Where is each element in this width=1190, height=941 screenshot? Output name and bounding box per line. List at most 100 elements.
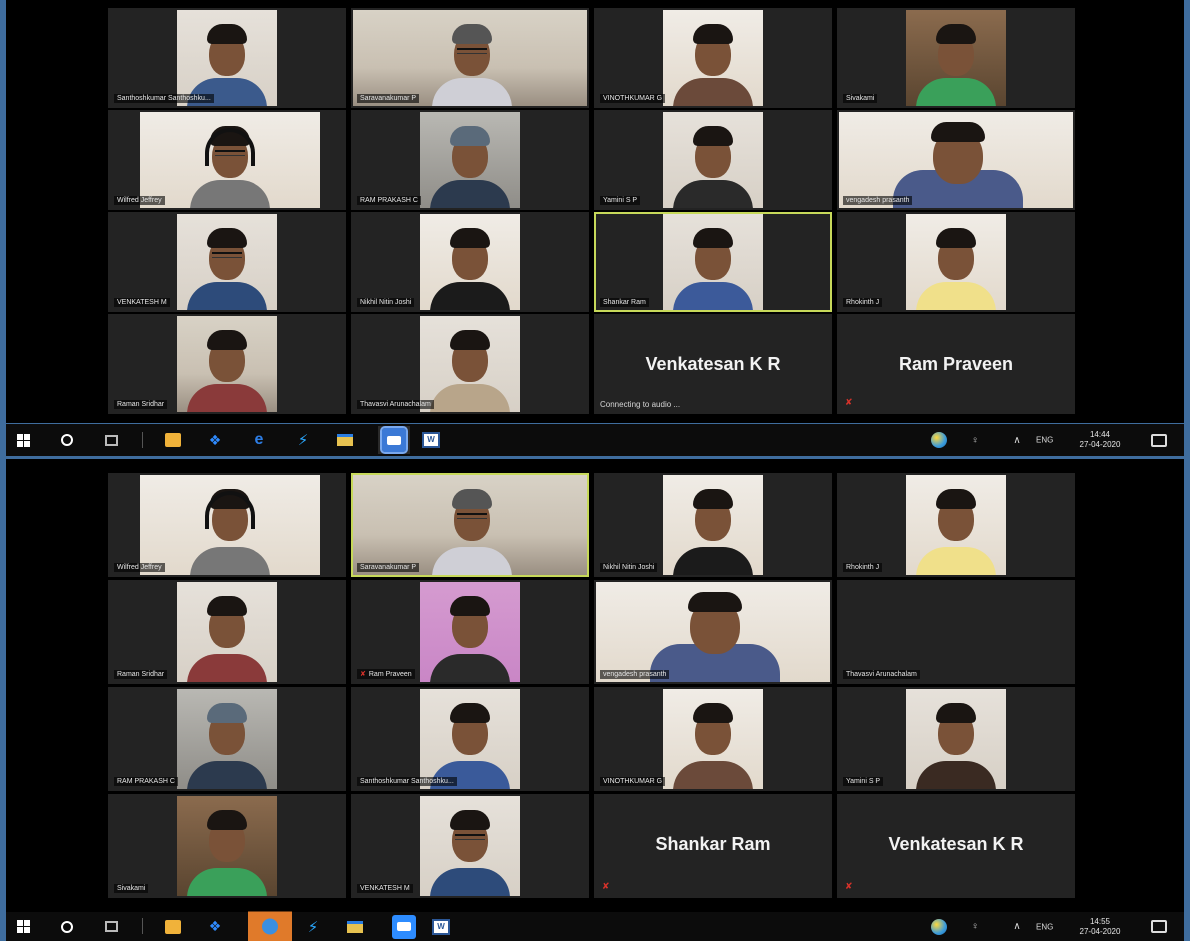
notification-icon[interactable] <box>1150 918 1168 936</box>
system-clock[interactable]: 14:55 27-04-2020 <box>1070 917 1130 937</box>
participant-tile[interactable]: VINOTHKUMAR G <box>594 687 832 791</box>
participant-tile-no-video[interactable]: Shankar Ram ✘ <box>594 794 832 898</box>
participant-tile[interactable]: Rhokinth J <box>837 212 1075 312</box>
system-clock[interactable]: 14:44 27-04-2020 <box>1070 430 1130 450</box>
participant-tile[interactable]: VENKATESH M <box>108 212 346 312</box>
participant-name: Santhoshkumar Santhoshku... <box>114 94 214 103</box>
participant-tile[interactable]: Yamini S P <box>594 110 832 210</box>
clock-time: 14:55 <box>1089 916 1111 926</box>
word-icon[interactable]: W <box>422 431 440 449</box>
participant-tile[interactable]: Rhokinth J <box>837 473 1075 577</box>
participant-tile[interactable]: RAM PRAKASH C <box>108 687 346 791</box>
participant-name: Saravanakumar P <box>357 563 420 572</box>
bolt-app-icon[interactable]: ⚡ <box>304 918 322 936</box>
participant-tile[interactable]: Nikhil Nitin Joshi <box>594 473 832 577</box>
participant-name: VINOTHKUMAR G <box>600 94 666 103</box>
participant-video <box>177 689 277 789</box>
participant-name: Thavasvi Arunachalam <box>843 670 920 679</box>
participant-name: Thavasvi Arunachalam <box>357 400 434 409</box>
participant-tile[interactable]: ✘ Ram Praveen <box>351 580 589 684</box>
muted-mic-icon: ✘ <box>360 671 366 678</box>
participant-name: Raman Sridhar <box>114 670 168 679</box>
participant-tile[interactable]: Wilfred Jeffrey <box>108 110 346 210</box>
participant-tile[interactable]: Thavasvi Arunachalam <box>837 580 1075 684</box>
search-icon[interactable] <box>58 431 76 449</box>
bolt-app-icon[interactable]: ⚡ <box>294 431 312 449</box>
participant-name: Sivakami <box>843 94 878 103</box>
edge-icon[interactable]: e <box>250 431 268 449</box>
active-app-icon[interactable] <box>248 911 292 941</box>
participant-name: Shankar Ram <box>600 298 649 307</box>
windows-start-icon[interactable] <box>14 431 32 449</box>
task-view-icon[interactable] <box>102 918 120 936</box>
participant-tile-no-video[interactable]: Venkatesan K R ✘ <box>837 794 1075 898</box>
bottom-gallery-grid: Wilfred Jeffrey Saravanakumar P Nikhil N… <box>108 473 1082 903</box>
zoom-icon[interactable] <box>378 426 410 454</box>
participant-name: Rhokinth J <box>843 563 883 572</box>
participant-name: vengadesh prasanth <box>600 670 670 679</box>
clock-time: 14:44 <box>1089 430 1111 439</box>
participant-name: VINOTHKUMAR G <box>600 777 666 786</box>
file-explorer-icon[interactable] <box>346 918 364 936</box>
participant-tile[interactable]: Raman Sridhar <box>108 580 346 684</box>
participant-name: VENKATESH M <box>114 298 170 307</box>
participant-tile[interactable]: Sivakami <box>837 8 1075 108</box>
participant-video <box>906 214 1006 310</box>
participant-video <box>906 689 1006 789</box>
participant-tile[interactable]: vengadesh prasanth <box>837 110 1075 210</box>
participant-tile-no-video[interactable]: Venkatesan K R Connecting to audio ... <box>594 314 832 414</box>
participant-video <box>906 475 1006 575</box>
participant-tile[interactable]: VINOTHKUMAR G <box>594 8 832 108</box>
file-explorer-icon[interactable] <box>336 431 354 449</box>
bottom-windows-taskbar: ❖ ⚡ W ♀ ∧ ENG 14:55 27-04-2020 <box>6 911 1184 941</box>
task-view-icon[interactable] <box>102 431 120 449</box>
participant-tile-no-video[interactable]: Ram Praveen ✘ <box>837 314 1075 414</box>
participant-tile[interactable]: Thavasvi Arunachalam <box>351 314 589 414</box>
people-icon[interactable]: ♀ <box>966 918 984 936</box>
language-indicator[interactable]: ENG <box>1036 436 1053 445</box>
windows-start-icon[interactable] <box>14 918 32 936</box>
chevron-up-icon[interactable]: ∧ <box>1008 431 1026 449</box>
participant-tile[interactable]: Sivakami <box>108 794 346 898</box>
zoom-icon[interactable] <box>390 914 418 940</box>
participant-video <box>177 582 277 682</box>
participant-video <box>140 112 320 208</box>
participant-tile[interactable]: vengadesh prasanth <box>594 580 832 684</box>
participant-tile[interactable]: Saravanakumar P <box>351 8 589 108</box>
participant-video <box>663 214 763 310</box>
participant-tile[interactable]: Nikhil Nitin Joshi <box>351 212 589 312</box>
participant-tile[interactable]: VENKATESH M <box>351 794 589 898</box>
participant-video <box>177 10 277 106</box>
word-icon[interactable]: W <box>432 918 450 936</box>
microsoft-store-icon[interactable] <box>164 918 182 936</box>
participant-tile[interactable]: Yamini S P <box>837 687 1075 791</box>
participant-tile[interactable]: Wilfred Jeffrey <box>108 473 346 577</box>
participant-video <box>839 112 1073 208</box>
tray-globe-icon[interactable] <box>930 431 948 449</box>
language-indicator[interactable]: ENG <box>1036 922 1053 931</box>
participant-tile[interactable]: Santhoshkumar Santhoshku... <box>351 687 589 791</box>
search-icon[interactable] <box>58 918 76 936</box>
people-icon[interactable]: ♀ <box>966 431 984 449</box>
participant-tile-active-speaker[interactable]: Shankar Ram <box>594 212 832 312</box>
participant-tile[interactable]: Santhoshkumar Santhoshku... <box>108 8 346 108</box>
dropbox-icon[interactable]: ❖ <box>206 918 224 936</box>
participant-name: ✘ Ram Praveen <box>357 669 415 679</box>
participant-name: Yamini S P <box>843 777 884 786</box>
notification-icon[interactable] <box>1150 431 1168 449</box>
participant-tile-active-speaker[interactable]: Saravanakumar P <box>351 473 589 577</box>
participant-video <box>420 316 520 412</box>
participant-tile[interactable]: RAM PRAKASH C <box>351 110 589 210</box>
clock-date: 27-04-2020 <box>1079 926 1121 936</box>
dropbox-icon[interactable]: ❖ <box>206 431 224 449</box>
participant-name: vengadesh prasanth <box>843 196 913 205</box>
chevron-up-icon[interactable]: ∧ <box>1008 918 1026 936</box>
microsoft-store-icon[interactable] <box>164 431 182 449</box>
participant-name: Santhoshkumar Santhoshku... <box>357 777 457 786</box>
participant-video <box>177 796 277 896</box>
tray-globe-icon[interactable] <box>930 918 948 936</box>
participant-tile[interactable]: Raman Sridhar <box>108 314 346 414</box>
participant-display-name: Shankar Ram <box>655 834 771 854</box>
participant-video <box>906 10 1006 106</box>
participant-display-name: Ram Praveen <box>898 354 1014 374</box>
